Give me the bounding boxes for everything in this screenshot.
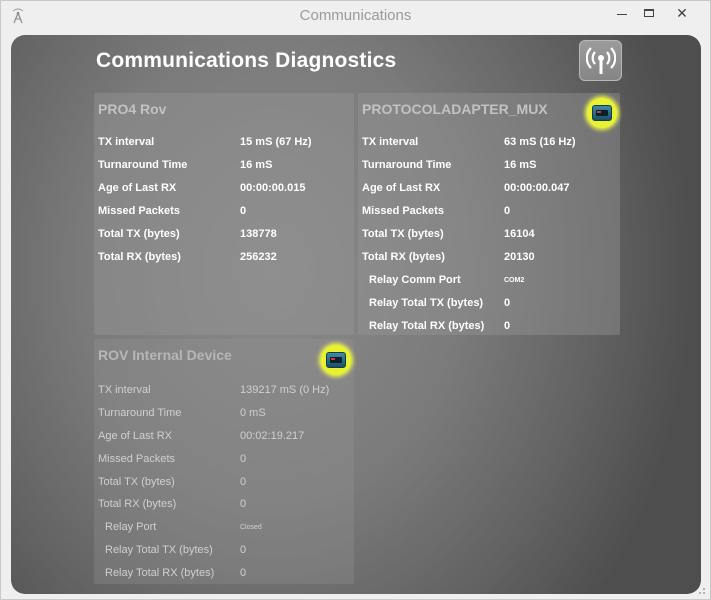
stat-value: 63 mS (16 Hz) [504,136,576,148]
panel-title: PRO4 Rov [98,101,167,117]
stat-value: 139217 mS (0 Hz) [240,384,330,396]
stat-value: 0 [240,498,247,510]
stat-row: Total RX (bytes) 0 [98,498,348,516]
stat-label: Relay Total RX (bytes) [369,320,485,332]
stat-value: 138778 [240,228,277,240]
stat-value: 16 mS [240,159,273,171]
stat-label: Missed Packets [362,205,444,217]
stat-label: TX interval [362,136,419,148]
title-bar[interactable]: Communications ✕ [1,1,710,32]
stat-value: 00:00:00.047 [504,182,570,194]
stat-value: 0 [240,453,247,465]
protocoladapter-terminal-button[interactable] [587,98,617,128]
resize-grip-icon[interactable] [696,585,706,595]
terminal-icon [592,105,612,121]
panel-title: PROTOCOLADAPTER_MUX [362,101,548,117]
window-title: Communications [299,7,412,24]
stat-row: Relay Port Closed [98,521,348,539]
stat-row: Missed Packets 0 [362,205,612,223]
wireless-signal-icon [586,47,616,74]
stat-label: TX interval [98,384,151,396]
stat-row: Total RX (bytes) 256232 [98,251,348,269]
maximize-button[interactable] [634,6,664,30]
stat-value: 0 [240,476,247,488]
stat-value: 16104 [504,228,535,240]
stat-label: Turnaround Time [98,407,182,419]
stat-label: Relay Total TX (bytes) [105,544,213,556]
stat-row: Age of Last RX 00:00:00.047 [362,182,612,200]
stat-value: 20130 [504,251,535,263]
stat-label: Relay Port [105,521,157,533]
stat-label: Turnaround Time [362,159,452,171]
stat-row: TX interval 63 mS (16 Hz) [362,136,612,154]
diagnostics-panel: Communications Diagnostics PRO4 Rov TX i… [11,35,701,594]
stat-value: 00:02:19.217 [240,430,305,442]
stat-row: Relay Total RX (bytes) 0 [98,567,348,585]
stat-label: Total TX (bytes) [98,476,175,488]
stat-value: 0 [504,205,511,217]
stat-value: 00:00:00.015 [240,182,306,194]
stat-label: Total RX (bytes) [98,251,181,263]
stat-row: Turnaround Time 16 mS [362,159,612,177]
stat-label: Total RX (bytes) [98,498,177,510]
stat-label: Total RX (bytes) [362,251,445,263]
stat-row: Relay Comm Port COM2 [362,274,612,292]
stat-value: 256232 [240,251,277,263]
stat-row: Missed Packets 0 [98,205,348,223]
close-button[interactable]: ✕ [667,5,697,29]
stat-label: TX interval [98,136,155,148]
stat-row: Relay Total RX (bytes) 0 [362,320,612,338]
minimize-icon [617,14,627,15]
stat-row: TX interval 15 mS (67 Hz) [98,136,348,154]
stat-value: Closed [240,524,262,531]
page-title: Communications Diagnostics [96,49,397,72]
device-panel-pro4-rov: PRO4 Rov TX interval 15 mS (67 Hz) Turnar… [94,93,354,335]
wireless-signal-button[interactable] [579,40,622,81]
stat-value: 0 [240,567,247,579]
stat-label: Relay Comm Port [369,274,461,286]
stat-row: Turnaround Time 0 mS [98,407,348,425]
stat-value: 0 [504,320,511,332]
stat-label: Total TX (bytes) [362,228,444,240]
stat-label: Relay Total RX (bytes) [105,567,215,579]
minimize-button[interactable] [607,5,637,29]
stat-label: Missed Packets [98,205,180,217]
stat-value: 16 mS [504,159,537,171]
stat-label: Age of Last RX [98,430,172,442]
stat-row: Total TX (bytes) 16104 [362,228,612,246]
stat-row: Total TX (bytes) 138778 [98,228,348,246]
stat-row: TX interval 139217 mS (0 Hz) [98,384,348,402]
stat-label: Age of Last RX [98,182,177,194]
communications-window: Communications ✕ Communications Diagnost… [0,0,711,600]
device-panel-rov-internal-device: ROV Internal Device TX interval 139217 mS… [94,339,354,584]
stat-value: 0 [504,297,511,309]
device-panel-protocoladapter-mux: PROTOCOLADAPTER_MUX TX interval 63 mS (16… [358,93,620,335]
rov-internal-terminal-button[interactable] [321,345,351,375]
stat-value: 15 mS (67 Hz) [240,136,312,148]
stat-label: Turnaround Time [98,159,188,171]
stat-row: Age of Last RX 00:00:00.015 [98,182,348,200]
stat-label: Age of Last RX [362,182,441,194]
stat-label: Missed Packets [98,453,176,465]
stat-row: Missed Packets 0 [98,453,348,471]
stat-row: Age of Last RX 00:02:19.217 [98,430,348,448]
stat-label: Total TX (bytes) [98,228,180,240]
stat-row: Relay Total TX (bytes) 0 [362,297,612,315]
stat-row: Total TX (bytes) 0 [98,476,348,494]
stat-value: 0 mS [240,407,266,419]
stat-value: COM2 [504,277,525,284]
panel-title: ROV Internal Device [98,347,232,363]
close-icon: ✕ [676,5,688,21]
stat-row: Relay Total TX (bytes) 0 [98,544,348,562]
stat-value: 0 [240,544,247,556]
terminal-icon [326,352,346,368]
maximize-icon [644,9,654,17]
stat-row: Turnaround Time 16 mS [98,159,348,177]
stat-label: Relay Total TX (bytes) [369,297,484,309]
stat-value: 0 [240,205,247,217]
stat-row: Total RX (bytes) 20130 [362,251,612,269]
